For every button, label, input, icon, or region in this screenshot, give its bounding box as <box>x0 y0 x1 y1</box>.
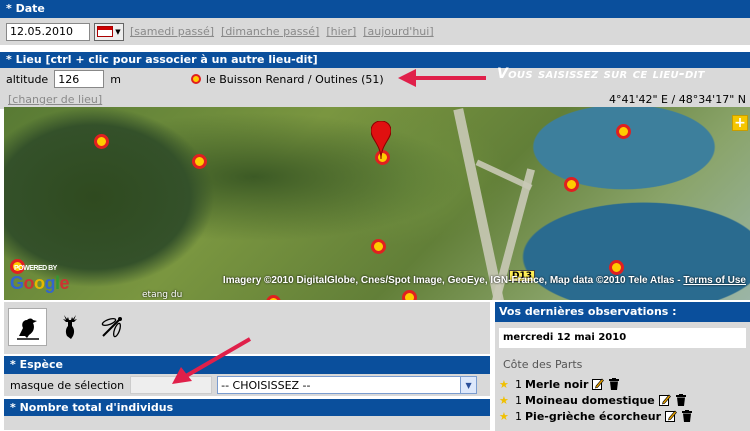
trash-icon[interactable] <box>681 410 693 422</box>
shortcut-last-saturday[interactable]: [samedi passé] <box>130 25 214 38</box>
observation-marker[interactable] <box>609 260 624 275</box>
calendar-button[interactable]: ▼ <box>94 22 124 41</box>
observation-marker[interactable] <box>94 134 109 149</box>
coordinates: 4°41'42" E / 48°34'17" N <box>608 93 746 106</box>
total-row <box>4 416 490 430</box>
powered-by-label: POWERED BY <box>14 265 57 272</box>
observations-header: Vos dernières observations : <box>495 302 750 322</box>
copyright-text: Imagery ©2010 DigitalGlobe, Cnes/Spot Im… <box>222 275 681 286</box>
list-item: ★ 1 Moineau domestique <box>495 392 750 408</box>
mask-label: masque de sélection <box>10 378 125 392</box>
trash-icon[interactable] <box>675 394 687 406</box>
change-place-link[interactable]: [changer de lieu] <box>8 93 102 106</box>
road <box>475 159 533 191</box>
star-icon: ★ <box>499 409 509 423</box>
altitude-label: altitude <box>6 72 49 86</box>
edit-icon[interactable] <box>658 394 671 406</box>
star-icon: ★ <box>499 377 509 391</box>
google-logo[interactable]: POWERED BY Google <box>10 265 70 294</box>
bird-icon <box>16 318 39 340</box>
observation-marker[interactable] <box>402 290 417 300</box>
observation-marker[interactable] <box>616 124 631 139</box>
species-select[interactable]: -- CHOISISSEZ -- ▼ <box>217 376 478 394</box>
shortcut-today[interactable]: [aujourd'hui] <box>363 25 433 38</box>
map-place-label: etang du <box>142 290 183 300</box>
zoom-in-button[interactable]: + <box>732 115 748 131</box>
observation-marker[interactable] <box>266 295 281 300</box>
category-birds-button[interactable] <box>8 308 47 346</box>
annotation-text: Vous saisissez sur ce lieu-dit <box>497 66 705 82</box>
chevron-down-icon: ▼ <box>460 377 477 393</box>
map[interactable]: POWERED BY Google etang du D13 Imagery ©… <box>4 107 750 300</box>
observation-count: 1 <box>515 393 522 407</box>
annotation-arrow-bottom <box>172 337 252 384</box>
calendar-icon <box>97 26 114 37</box>
date-header: * Date <box>0 0 750 18</box>
category-insects-button[interactable] <box>92 308 131 346</box>
observation-marker[interactable] <box>564 177 579 192</box>
terms-of-use-link[interactable]: Terms of Use <box>683 275 746 286</box>
observations-date: mercredi 12 mai 2010 <box>499 328 746 348</box>
shortcut-last-sunday[interactable]: [dimanche passé] <box>221 25 319 38</box>
date-row: ▼ [samedi passé] [dimanche passé] [hier]… <box>0 18 750 45</box>
star-icon: ★ <box>499 393 509 407</box>
total-header: * Nombre total d'individus <box>4 399 490 416</box>
dragonfly-icon <box>101 317 122 338</box>
caret-down-icon: ▼ <box>115 27 121 36</box>
observation-name: Pie-grièche écorcheur <box>525 409 662 423</box>
observations-place: Côte des Parts <box>503 358 583 371</box>
observation-count: 1 <box>515 377 522 391</box>
place-marker-icon <box>190 74 201 84</box>
observations-panel: Vos dernières observations : mercredi 12… <box>495 302 750 431</box>
category-mammals-button[interactable] <box>50 308 89 346</box>
observation-marker[interactable] <box>192 154 207 169</box>
altitude-unit: m <box>110 72 121 86</box>
observation-count: 1 <box>515 409 522 423</box>
observation-name: Merle noir <box>525 377 589 391</box>
date-section: * Date ▼ [samedi passé] [dimanche passé]… <box>0 0 750 45</box>
altitude-input[interactable] <box>54 70 105 88</box>
list-item: ★ 1 Pie-grièche écorcheur <box>495 408 750 424</box>
map-copyright: Imagery ©2010 DigitalGlobe, Cnes/Spot Im… <box>223 275 746 286</box>
list-item: ★ 1 Merle noir <box>495 376 750 392</box>
observation-name: Moineau domestique <box>525 393 655 407</box>
observation-marker[interactable] <box>371 239 386 254</box>
edit-icon[interactable] <box>665 410 677 422</box>
shortcut-yesterday[interactable]: [hier] <box>326 25 356 38</box>
place-name: le Buisson Renard / Outines (51) <box>205 72 384 86</box>
edit-icon[interactable] <box>592 378 605 390</box>
trash-icon[interactable] <box>608 378 620 390</box>
date-input[interactable] <box>6 22 90 41</box>
road <box>453 108 505 300</box>
annotation-arrow-top <box>398 69 486 87</box>
selected-place-pin-icon[interactable] <box>371 121 391 159</box>
deer-icon <box>62 315 77 339</box>
